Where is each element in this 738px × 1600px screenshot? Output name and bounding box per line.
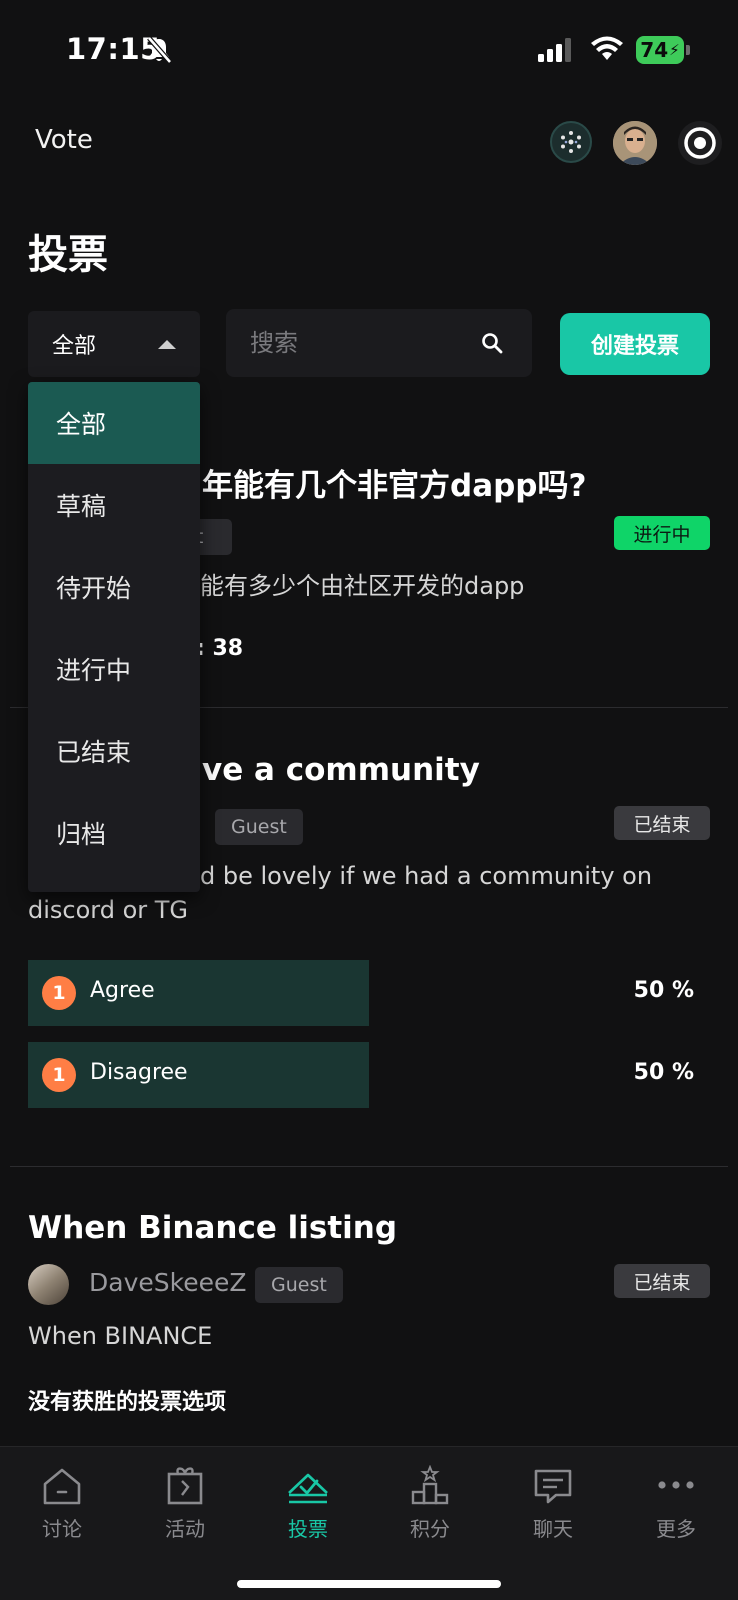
option-percent: 50 % (633, 1060, 694, 1085)
search-input[interactable] (250, 325, 470, 361)
status-filter-value: 全部 (52, 334, 97, 359)
status-badge: 已结束 (614, 806, 710, 840)
status-filter-dropdown: 全部 草稿 待开始 进行中 已结束 归档 (28, 382, 200, 892)
nav-item-chat[interactable]: 聊天 (508, 1465, 598, 1545)
nav-item-events[interactable]: 活动 (140, 1465, 230, 1545)
podium-icon (411, 1465, 449, 1505)
search-icon[interactable] (480, 331, 504, 355)
vote-option-disagree[interactable]: 1 Disagree 50 % (28, 1042, 710, 1108)
poll-card[interactable]: When Binance listing DaveSkeeeZ Guest 已结… (0, 1168, 738, 1438)
status-badge: 进行中 (614, 516, 710, 550)
chat-icon (534, 1469, 572, 1504)
option-label: Disagree (90, 1060, 188, 1085)
poll-description-line2: discord or TG (28, 896, 189, 924)
battery-indicator: 74 ⚡ (636, 36, 690, 64)
network-hub-icon (561, 131, 581, 153)
wifi-icon (591, 36, 623, 60)
option-percent: 50 % (633, 978, 694, 1003)
battery-level: 74 (640, 38, 669, 62)
home-indicator[interactable] (237, 1580, 501, 1588)
nav-item-more[interactable]: 更多 (631, 1465, 721, 1545)
nav-item-points[interactable]: 积分 (385, 1465, 475, 1545)
no-winner-text: 没有获胜的投票选项 (28, 1390, 227, 1415)
page-title: 投票 (28, 232, 108, 278)
home-icon (43, 1468, 81, 1505)
create-poll-button[interactable]: 创建投票 (560, 313, 710, 375)
caret-up-icon (158, 340, 176, 349)
avatar-photo (613, 121, 657, 165)
vote-count-badge: 1 (42, 976, 76, 1010)
divider (10, 1166, 728, 1167)
search-box[interactable] (226, 309, 532, 377)
option-label: Agree (90, 978, 155, 1003)
record-button[interactable] (678, 121, 722, 165)
filter-option-ended[interactable]: 已结束 (28, 710, 200, 792)
poll-title: When Binance listing (28, 1210, 398, 1246)
author-name: DaveSkeeeZ (89, 1268, 247, 1297)
vote-icon (288, 1473, 328, 1504)
vote-option-agree[interactable]: 1 Agree 50 % (28, 960, 710, 1026)
filter-option-in-progress[interactable]: 进行中 (28, 628, 200, 710)
status-badge: 已结束 (614, 1264, 710, 1298)
poll-title: 年能有几个非官方dapp吗? (202, 468, 587, 504)
vote-share-bar (28, 1042, 369, 1108)
nav-label: 更多 (656, 1517, 696, 1541)
nav-label: 积分 (410, 1517, 450, 1541)
nav-label: 投票 (288, 1517, 328, 1541)
author-avatar (28, 1264, 69, 1305)
guest-badge: Guest (215, 809, 303, 845)
nav-label: 讨论 (42, 1517, 82, 1541)
filter-option-archived[interactable]: 归档 (28, 792, 200, 874)
network-hub-button[interactable] (550, 121, 592, 163)
cellular-signal-icon (538, 38, 571, 62)
nav-label: 活动 (165, 1517, 205, 1541)
charging-bolt-icon: ⚡ (669, 41, 680, 59)
guest-badge: Guest (255, 1267, 343, 1303)
nav-item-vote[interactable]: 投票 (263, 1465, 353, 1545)
user-avatar[interactable] (613, 121, 657, 165)
gift-icon (167, 1467, 203, 1505)
poll-title: ve a community (202, 752, 480, 788)
countdown-timer: : 38 (196, 636, 244, 661)
record-icon (684, 127, 716, 159)
filter-option-all[interactable]: 全部 (28, 382, 200, 464)
poll-description: When BINANCE (28, 1322, 213, 1350)
status-bar: 17:15 74 ⚡ (0, 0, 738, 100)
vote-count-badge: 1 (42, 1058, 76, 1092)
more-icon (658, 1481, 694, 1489)
nav-item-discussion[interactable]: 讨论 (17, 1465, 107, 1545)
poll-description: 能有多少个由社区开发的dapp (200, 572, 525, 600)
bell-muted-icon (147, 36, 172, 64)
filter-option-draft[interactable]: 草稿 (28, 464, 200, 546)
bottom-nav: 讨论 活动 投票 积分 聊天 更多 (0, 1446, 738, 1600)
poll-description-line1: d be lovely if we had a community on (200, 862, 653, 890)
vote-share-bar (28, 960, 369, 1026)
nav-label: 聊天 (533, 1517, 573, 1541)
status-filter-select[interactable]: 全部 (28, 311, 200, 377)
filter-option-pending[interactable]: 待开始 (28, 546, 200, 628)
app-title: Vote (35, 125, 93, 155)
